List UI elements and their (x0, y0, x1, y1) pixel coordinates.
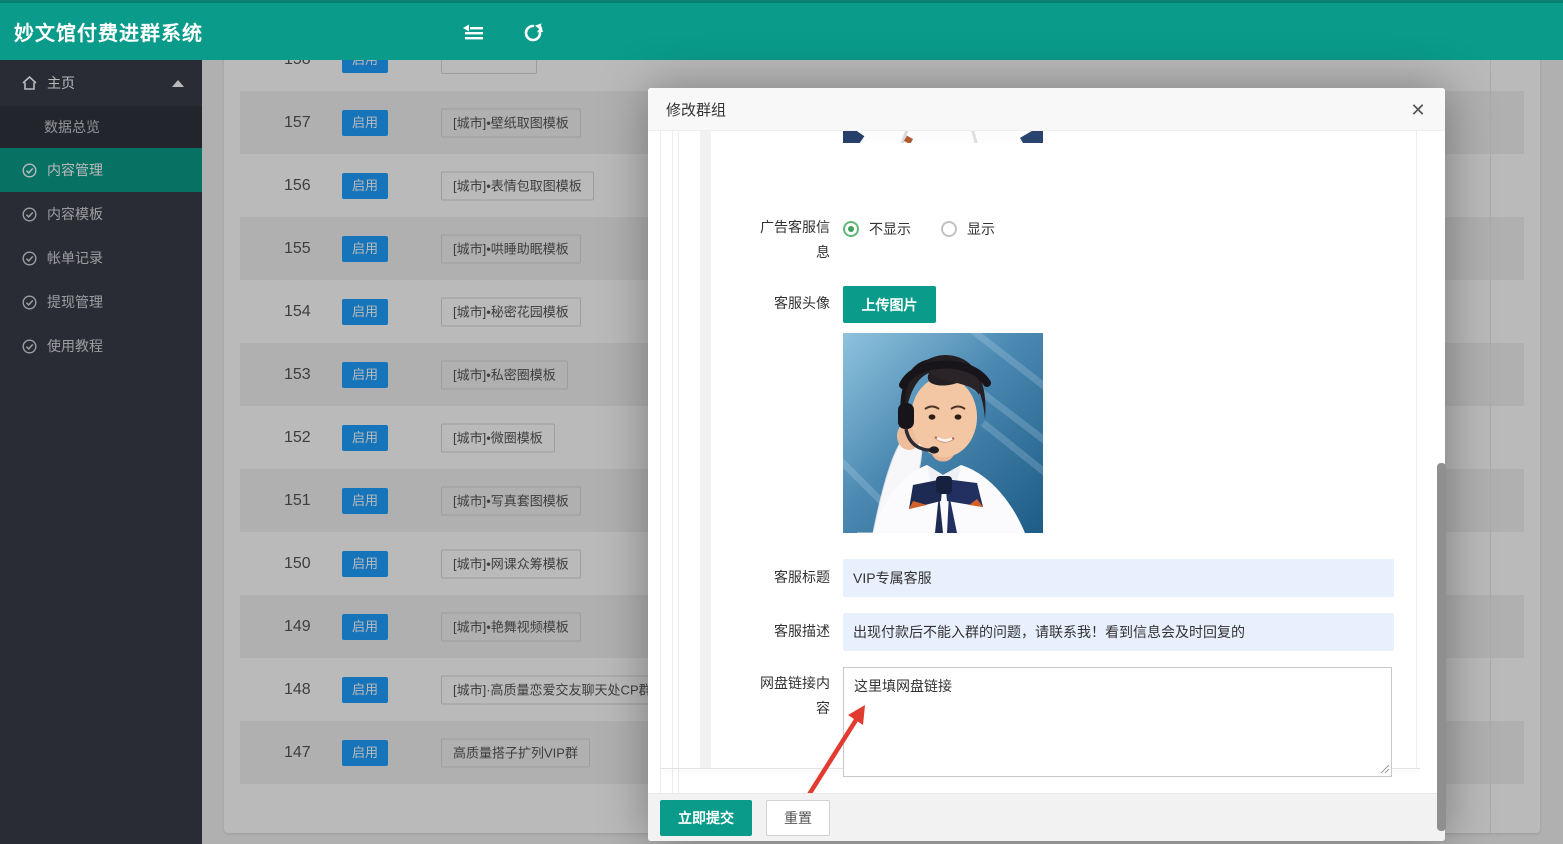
panel-gutter (700, 131, 711, 768)
service-desc-input[interactable] (843, 613, 1394, 651)
panel-edge-line (1416, 131, 1417, 768)
disk-link-textarea[interactable]: 这里填网盘链接 (843, 667, 1392, 777)
submit-button[interactable]: 立即提交 (660, 800, 752, 836)
service-title-input[interactable] (843, 559, 1394, 597)
collapse-menu-icon[interactable] (462, 22, 484, 44)
modal-scrollbar-thumb[interactable] (1437, 463, 1446, 831)
service-title-label: 客服标题 (750, 565, 830, 590)
edit-group-modal: 修改群组 ✕ 广告客服信息 不显示 (648, 88, 1445, 841)
radio-not-show[interactable]: 不显示 (843, 219, 911, 239)
panel-edge-line (678, 131, 679, 793)
panel-edge-line (660, 131, 661, 793)
ad-service-info-label: 广告客服信息 (750, 215, 830, 265)
app-header: 妙文馆付费进群系统 (0, 0, 1563, 60)
refresh-icon[interactable] (522, 22, 544, 44)
close-icon[interactable]: ✕ (1407, 99, 1429, 121)
upload-image-button[interactable]: 上传图片 (843, 286, 936, 323)
avatar-label: 客服头像 (750, 291, 830, 316)
reset-button[interactable]: 重置 (766, 800, 830, 836)
radio-selected-icon (843, 221, 859, 237)
app-window: 158启用157启用[城市]•壁纸取图模板156启用[城市]•表情包取图模板15… (0, 0, 1563, 844)
modal-footer: 立即提交 重置 (648, 793, 1445, 841)
app-title: 妙文馆付费进群系统 (14, 17, 203, 46)
panel-edge-line (672, 131, 673, 793)
radio-unselected-icon (941, 221, 957, 237)
disk-link-label: 网盘链接内容 (750, 671, 830, 721)
modal-body: 广告客服信息 不显示 显示 客服头像 上传图片 (648, 131, 1445, 793)
ad-service-radio-group: 不显示 显示 (843, 219, 995, 239)
service-desc-label: 客服描述 (750, 619, 830, 644)
cropped-photo-sliver (843, 131, 1043, 143)
radio-show[interactable]: 显示 (941, 219, 995, 239)
modal-header: 修改群组 ✕ (648, 88, 1445, 131)
modal-title: 修改群组 (666, 99, 726, 120)
customer-service-photo (843, 333, 1043, 533)
